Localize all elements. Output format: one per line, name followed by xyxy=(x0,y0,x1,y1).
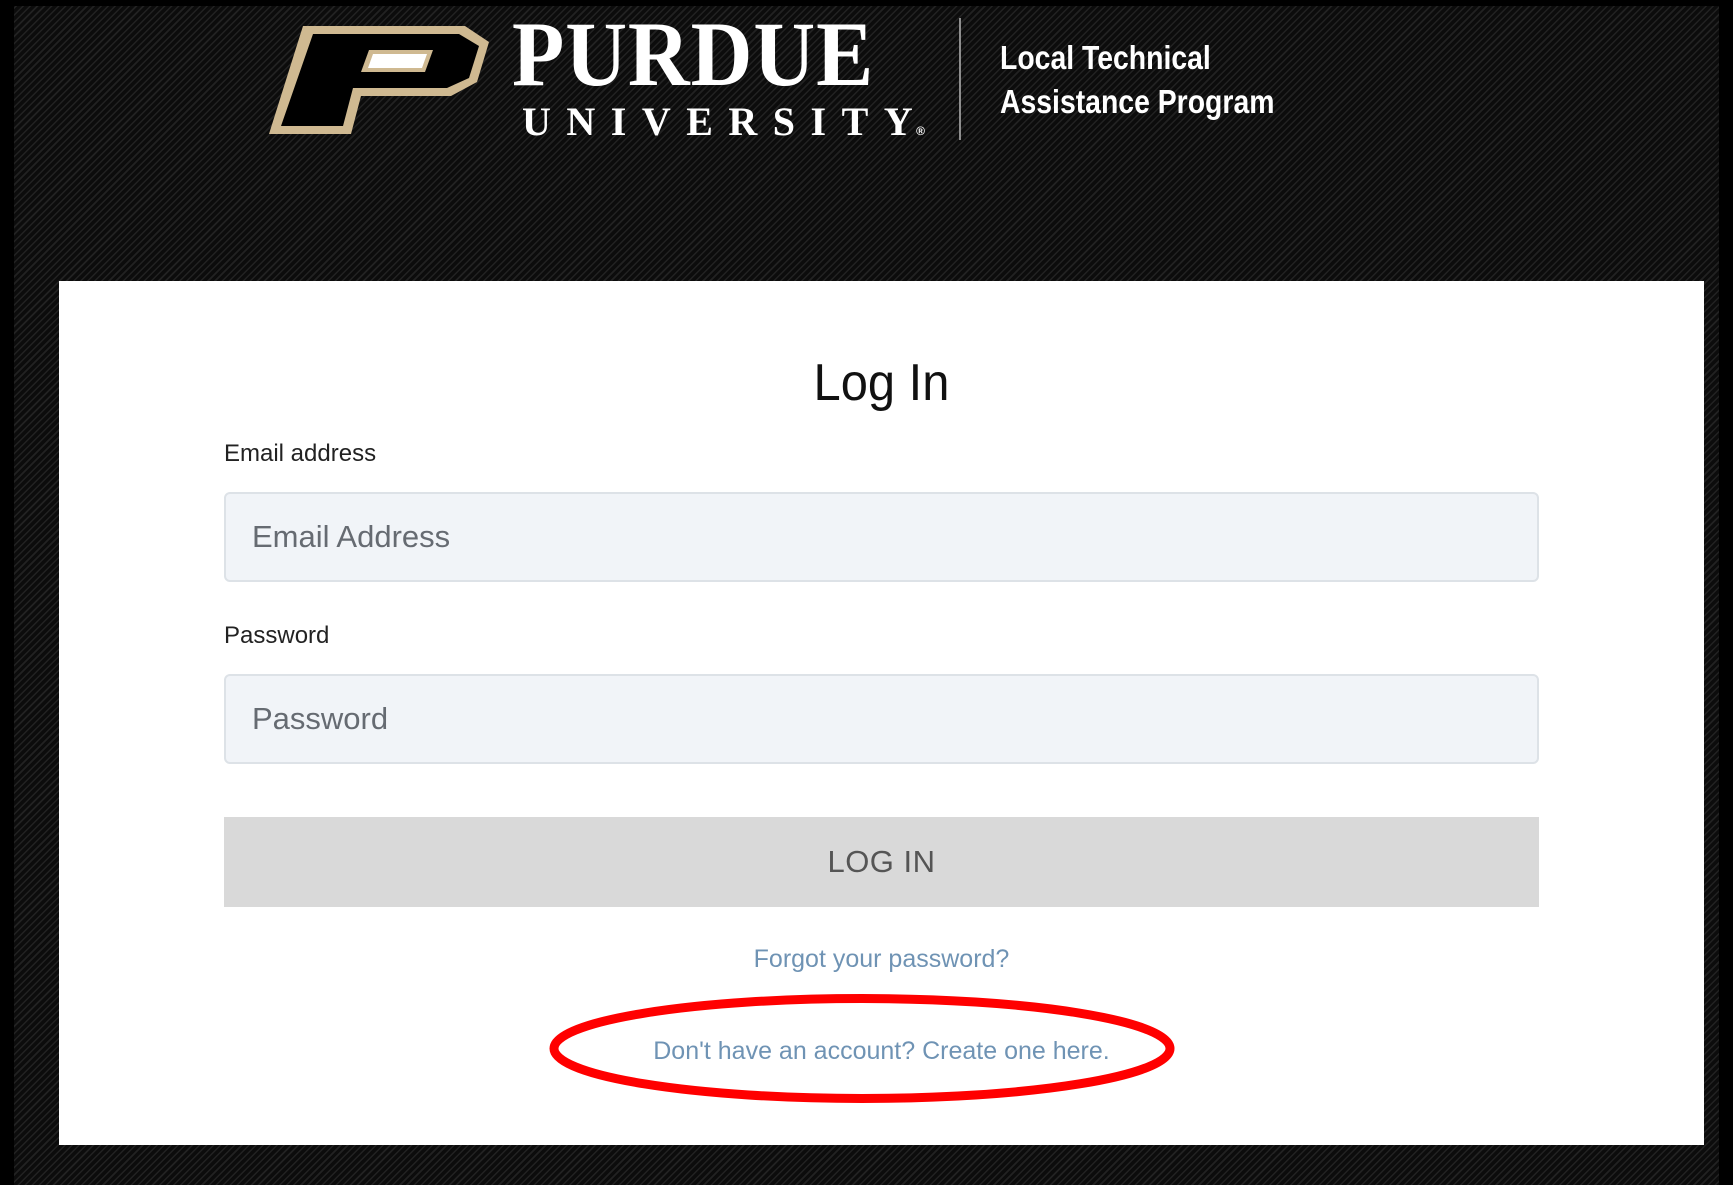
page-title: Log In xyxy=(813,354,950,412)
email-field[interactable] xyxy=(224,492,1539,582)
login-button[interactable]: LOG IN xyxy=(224,817,1539,907)
program-title: Local Technical Assistance Program xyxy=(1000,36,1360,124)
create-account-link[interactable]: Don't have an account? Create one here. xyxy=(59,1036,1704,1066)
purdue-p-logo xyxy=(269,26,489,134)
forgot-password-link[interactable]: Forgot your password? xyxy=(59,944,1704,974)
university-wordmark: PURDUE UNIVERSITY® xyxy=(512,8,925,151)
program-title-line-2: Assistance Program xyxy=(1000,83,1275,120)
header-divider xyxy=(959,18,961,140)
site-header: PURDUE UNIVERSITY® Local Technical Assis… xyxy=(0,0,1733,160)
registered-mark: ® xyxy=(916,124,926,138)
login-card: Log In Email address Password LOG IN For… xyxy=(59,281,1704,1145)
university-suffix: UNIVERSITY xyxy=(522,99,929,144)
program-title-line-1: Local Technical xyxy=(1000,39,1211,76)
university-name: PURDUE xyxy=(512,3,875,105)
password-label: Password xyxy=(224,622,330,649)
email-label: Email address xyxy=(224,440,377,467)
password-field[interactable] xyxy=(224,674,1539,764)
